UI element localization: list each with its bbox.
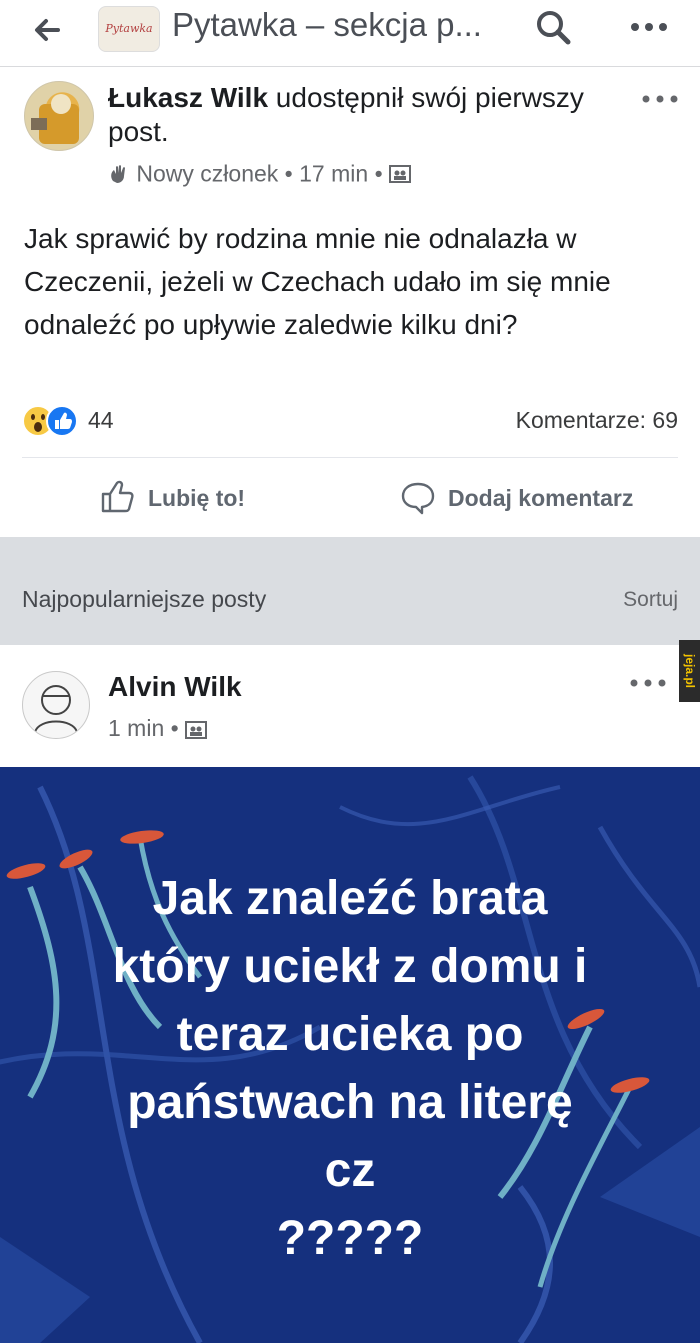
image-caption-line: ????? <box>276 1212 424 1265</box>
back-button[interactable] <box>28 10 72 50</box>
like-reaction-icon <box>46 405 78 437</box>
more-horizontal-icon <box>630 679 666 687</box>
top-bar: Pytawka Pytawka – sekcja p... <box>0 0 700 67</box>
post-image[interactable]: Jak znaleźć brata który uciekł z domu i … <box>0 767 700 1343</box>
arrow-left-icon <box>35 19 60 41</box>
image-caption-line: państwach na literę <box>127 1076 573 1129</box>
post-card: Alvin Wilk 1 min • <box>0 645 700 767</box>
post-card: Łukasz Wilk udostępnił swój pierwszy pos… <box>0 67 700 537</box>
thumbs-up-icon <box>101 480 134 513</box>
post-time[interactable]: 1 min <box>108 715 164 741</box>
post-author-line: Łukasz Wilk udostępnił swój pierwszy pos… <box>108 81 608 149</box>
post-more-button[interactable] <box>638 89 682 109</box>
image-caption-line: który uciekł z domu i <box>112 940 588 993</box>
post-more-button[interactable] <box>626 673 670 693</box>
search-icon <box>537 11 571 45</box>
section-title: Najpopularniejsze posty <box>22 586 267 612</box>
search-button[interactable] <box>532 6 576 50</box>
more-horizontal-icon <box>631 23 667 31</box>
image-caption-line: teraz ucieka po <box>176 1008 524 1061</box>
member-badge[interactable]: Nowy członek <box>136 160 278 186</box>
comments-count[interactable]: Komentarze: 69 <box>516 407 678 434</box>
comment-bubble-icon <box>401 482 435 515</box>
post-meta: 1 min • <box>108 715 208 742</box>
post-meta: Nowy członek • 17 min • <box>108 159 412 187</box>
image-caption: Jak znaleźć brata który uciekł z domu i … <box>0 865 700 1273</box>
group-privacy-icon <box>185 720 208 739</box>
like-label: Lubię to! <box>148 485 246 511</box>
group-title[interactable]: Pytawka – sekcja p... <box>172 6 482 44</box>
group-cover-thumbnail[interactable]: Pytawka <box>98 6 160 52</box>
post-time[interactable]: 17 min <box>299 160 368 186</box>
more-horizontal-icon <box>642 95 678 103</box>
post-author[interactable]: Alvin Wilk <box>108 671 242 703</box>
group-privacy-icon <box>389 164 412 183</box>
site-watermark: jeja.pl <box>679 640 700 702</box>
wave-hand-icon <box>111 165 125 183</box>
avatar[interactable] <box>24 81 94 151</box>
sort-button[interactable]: Sortuj <box>623 588 678 612</box>
comment-button[interactable]: Dodaj komentarz <box>400 477 660 521</box>
divider <box>22 457 678 458</box>
image-caption-line: Jak znaleźć brata <box>152 872 548 925</box>
avatar[interactable] <box>22 671 90 739</box>
reaction-count[interactable]: 44 <box>88 407 114 434</box>
post-author[interactable]: Łukasz Wilk <box>108 82 268 113</box>
image-caption-line: cz <box>324 1144 376 1197</box>
post-body: Jak sprawić by rodzina mnie nie odnalazł… <box>24 223 611 340</box>
comment-label: Dodaj komentarz <box>448 485 634 511</box>
like-button[interactable]: Lubię to! <box>100 477 300 521</box>
header-more-button[interactable] <box>626 12 672 42</box>
